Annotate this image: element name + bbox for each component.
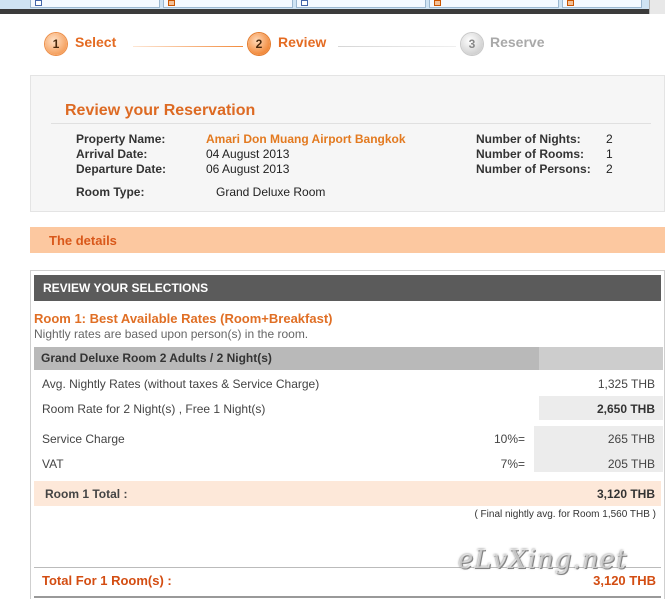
- service-charge-amount: 265 THB: [607, 432, 655, 446]
- browser-tab[interactable]: [163, 0, 293, 8]
- persons-label: Number of Persons:: [476, 162, 591, 176]
- step-reserve-label: Reserve: [490, 34, 545, 50]
- step-2-circle: 2: [248, 33, 270, 55]
- vat-label: VAT: [42, 457, 64, 471]
- page-icon: [35, 0, 42, 6]
- service-charge-percent: 10%=: [493, 432, 525, 446]
- room-type-label: Room Type:: [76, 185, 145, 199]
- page-icon: [168, 0, 175, 6]
- browser-tab[interactable]: [429, 0, 559, 8]
- toolbar-divider: [0, 9, 665, 14]
- nights-value: 2: [606, 132, 613, 146]
- rate-table-header: Grand Deluxe Room 2 Adults / 2 Night(s): [34, 347, 539, 370]
- page-icon: [567, 0, 574, 6]
- browser-tab[interactable]: [562, 0, 642, 8]
- vat-amount: 205 THB: [607, 457, 655, 471]
- step-select-label[interactable]: Select: [75, 34, 116, 50]
- selections-header: REVIEW YOUR SELECTIONS: [34, 275, 661, 301]
- details-title: The details: [49, 233, 117, 248]
- final-nightly-average: ( Final nightly avg. for Room 1,560 THB …: [474, 509, 656, 520]
- page-icon: [434, 0, 441, 6]
- rooms-value: 1: [606, 147, 613, 161]
- room-total-row: Room 1 Total : 3,120 THB: [34, 481, 661, 506]
- room-rate-label: Room Rate for 2 Night(s) , Free 1 Night(…: [42, 402, 266, 416]
- grand-total-label: Total For 1 Room(s) :: [42, 573, 172, 588]
- rooms-label: Number of Rooms:: [476, 147, 584, 161]
- watermark: eLvXing.net: [458, 545, 628, 575]
- page-icon: [301, 0, 308, 6]
- rate-table-header-amount-cell: [539, 347, 663, 370]
- avg-nightly-rate-label: Avg. Nightly Rates (without taxes & Serv…: [42, 377, 320, 391]
- grand-total-amount: 3,120 THB: [593, 573, 656, 588]
- booking-steps: 1 Select 2 Review 3 Reserve: [0, 30, 665, 60]
- nights-label: Number of Nights:: [476, 132, 581, 146]
- vat-percent: 7%=: [500, 457, 525, 471]
- browser-tab-strip: [0, 0, 665, 14]
- step-connector: [133, 46, 243, 47]
- step-review-label: Review: [278, 34, 327, 50]
- room-rate-note: Nightly rates are based upon person(s) i…: [34, 327, 309, 341]
- service-charge-label: Service Charge: [42, 432, 125, 446]
- departure-date-value: 06 August 2013: [206, 162, 290, 176]
- departure-date-label: Departure Date:: [76, 162, 167, 176]
- room-total-amount: 3,120 THB: [596, 487, 655, 501]
- room-rate-amount: 2,650 THB: [596, 402, 655, 416]
- step-1-circle: 1: [45, 33, 67, 55]
- browser-tab[interactable]: [296, 0, 426, 8]
- step-connector: [338, 46, 456, 47]
- divider: [51, 123, 651, 124]
- room-type-value: Grand Deluxe Room: [216, 185, 326, 199]
- room-total-label: Room 1 Total :: [45, 487, 128, 501]
- persons-value: 2: [606, 162, 613, 176]
- property-name-link[interactable]: Amari Don Muang Airport Bangkok: [206, 132, 406, 146]
- room-rate-title: Room 1: Best Available Rates (Room+Break…: [34, 311, 333, 326]
- divider: [34, 596, 661, 598]
- avg-nightly-rate-amount: 1,325 THB: [597, 377, 655, 391]
- step-3-circle: 3: [461, 33, 483, 55]
- browser-tab[interactable]: [30, 0, 160, 8]
- scrollbar[interactable]: [649, 0, 665, 14]
- arrival-date-label: Arrival Date:: [76, 147, 148, 161]
- details-section-header: The details: [30, 227, 665, 253]
- review-title: Review your Reservation: [65, 102, 256, 119]
- arrival-date-value: 04 August 2013: [206, 147, 290, 161]
- review-reservation-panel: Review your Reservation Property Name: A…: [30, 75, 665, 212]
- property-name-label: Property Name:: [76, 132, 166, 146]
